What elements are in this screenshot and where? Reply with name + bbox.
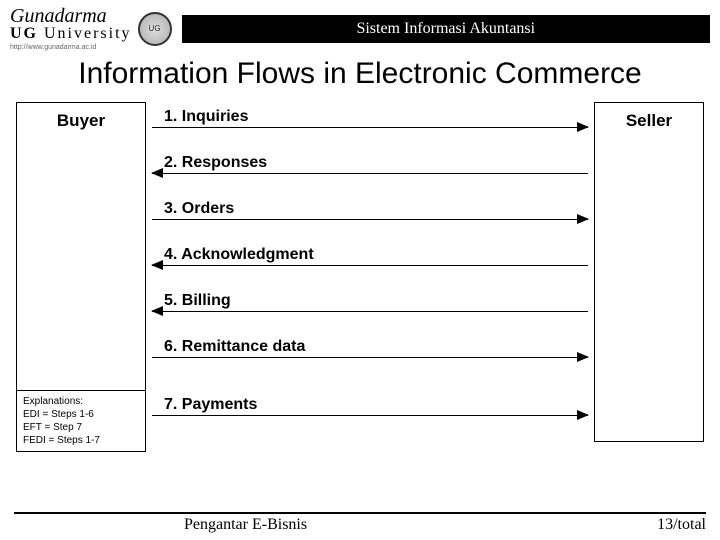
logo-prefix: UG [10,25,38,42]
flow-diagram: Buyer Seller 1. Inquiries 2. Responses 3… [10,102,710,452]
seller-box: Seller [594,102,704,442]
buyer-label: Buyer [17,103,145,131]
slide-header: Gunadarma UG University http://www.gunad… [0,0,720,51]
explanations-heading: Explanations: [23,395,139,408]
flow-2: 2. Responses [146,154,594,174]
flow-3: 3. Orders [146,200,594,220]
arrow-right-icon [152,127,588,128]
arrow-left-icon [152,173,588,174]
flow-1: 1. Inquiries [146,108,594,128]
flow-2-label: 2. Responses [146,154,594,173]
slide-title: Information Flows in Electronic Commerce [20,57,700,92]
flow-5: 5. Billing [146,292,594,312]
explanations-box: Explanations: EDI = Steps 1-6 EFT = Step… [16,390,146,452]
flow-arrows: 1. Inquiries 2. Responses 3. Orders 4. A… [146,102,594,452]
logo-line2: University [44,25,132,42]
logo-line1: Gunadarma [10,6,132,26]
flow-6-label: 6. Remittance data [146,338,594,357]
footer-page: 13/total [657,516,706,534]
flow-6: 6. Remittance data [146,338,594,358]
arrow-left-icon [152,311,588,312]
flow-4: 4. Acknowledgment [146,246,594,266]
footer-divider [14,512,706,514]
seller-label: Seller [595,103,703,131]
course-title-bar: Sistem Informasi Akuntansi [182,15,710,43]
flow-7-label: 7. Payments [146,396,594,415]
flow-7: 7. Payments [146,396,594,416]
footer-topic: Pengantar E-Bisnis [14,516,307,534]
explanations-line: EFT = Step 7 [23,421,139,434]
university-seal-icon: UG [138,12,172,46]
arrow-right-icon [152,357,588,358]
university-logo: Gunadarma UG University http://www.gunad… [10,6,172,51]
arrow-right-icon [152,415,588,416]
slide-footer: Pengantar E-Bisnis 13/total [0,512,720,534]
flow-4-label: 4. Acknowledgment [146,246,594,265]
flow-3-label: 3. Orders [146,200,594,219]
explanations-line: EDI = Steps 1-6 [23,408,139,421]
flow-1-label: 1. Inquiries [146,108,594,127]
flow-5-label: 5. Billing [146,292,594,311]
explanations-line: FEDI = Steps 1-7 [23,434,139,447]
logo-tagline: http://www.gunadarma.ac.id [10,44,132,51]
arrow-right-icon [152,219,588,220]
arrow-left-icon [152,265,588,266]
